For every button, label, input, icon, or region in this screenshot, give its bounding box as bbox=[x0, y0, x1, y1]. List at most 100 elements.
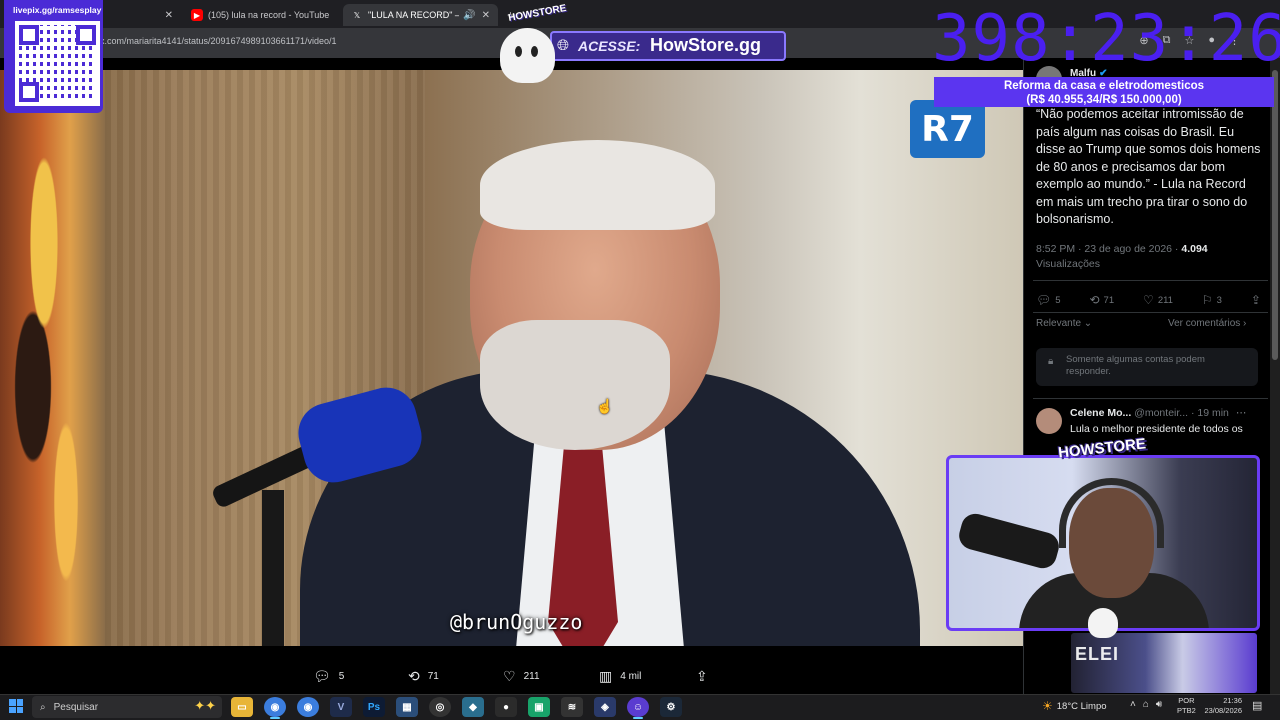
app-icon[interactable]: ◆ bbox=[462, 697, 484, 717]
tweet-like-button[interactable]: ♡ 211 bbox=[1143, 292, 1173, 308]
vegas-icon[interactable]: V bbox=[330, 697, 352, 717]
steam-icon[interactable]: ⚙ bbox=[660, 697, 682, 717]
bookmark-count: 3 bbox=[1216, 294, 1222, 306]
close-tab-icon[interactable]: ✕ bbox=[476, 10, 490, 21]
obs-icon[interactable]: ◎ bbox=[429, 697, 451, 717]
divider bbox=[1033, 312, 1268, 313]
share-icon: ⇪ bbox=[696, 668, 708, 684]
headphones-icon bbox=[1059, 478, 1164, 548]
clock-date: 23/08/2026 bbox=[1204, 706, 1242, 715]
goal-title: Reforma da casa e eletrodomesticos bbox=[1003, 80, 1205, 92]
volume-icon[interactable]: 🔊︎ bbox=[1156, 699, 1162, 710]
chevron-right-icon: › bbox=[1240, 318, 1247, 329]
tab-blank[interactable]: ✕ bbox=[106, 4, 181, 26]
reply-restriction-notice: 🔒︎ Somente algumas contas podem responde… bbox=[1036, 348, 1258, 386]
clock-time: 21:36 bbox=[1223, 696, 1242, 705]
tweet-repost-button[interactable]: ⟲ 71 bbox=[1089, 292, 1114, 308]
qr-code-icon bbox=[15, 21, 100, 106]
search-placeholder: Pesquisar bbox=[53, 701, 99, 713]
tweet-stats: 💬︎ 5 ⟲ 71 ♡ 211 ⚐ 3 ⇪ bbox=[1036, 292, 1261, 308]
app-icon[interactable]: ▣ bbox=[528, 697, 550, 717]
reply-author[interactable]: Celene Mo... @monteir... · 19 min ⋯ bbox=[1070, 407, 1246, 419]
url-field[interactable]: x.com/mariarita4141/status/2091674989103… bbox=[100, 36, 337, 46]
app-icon[interactable]: ◈ bbox=[594, 697, 616, 717]
repost-action[interactable]: ⟲ 71 bbox=[408, 668, 439, 685]
search-highlight-icon: ✦✦ bbox=[194, 698, 216, 713]
mic-stand bbox=[262, 490, 284, 646]
tab-x-search[interactable]: 𝕏 "LULA NA RECORD" – Busca 🔊 ✕ bbox=[343, 4, 498, 26]
more-icon[interactable]: ⋯ bbox=[1236, 407, 1247, 419]
share-action[interactable]: ⇪ bbox=[696, 668, 708, 685]
app-icon[interactable]: ● bbox=[495, 697, 517, 717]
weather-text: 18°C Limpo bbox=[1056, 700, 1107, 712]
speaker-icon[interactable]: 🔊 bbox=[459, 10, 475, 21]
bookmark-icon: ⚐ bbox=[1201, 293, 1213, 307]
lang-line2: PTB2 bbox=[1177, 706, 1196, 715]
network-icon[interactable]: ⌂ bbox=[1143, 699, 1149, 710]
notice-text: Somente algumas contas podem responder. bbox=[1066, 354, 1205, 377]
repost-count: 71 bbox=[427, 671, 439, 682]
share-icon: ⇪ bbox=[1250, 293, 1261, 307]
windows-start-icon[interactable] bbox=[9, 699, 23, 713]
sort-label: Relevante bbox=[1036, 318, 1082, 329]
chevron-down-icon: ⌄ bbox=[1081, 318, 1093, 329]
qr-overlay: livepix.gg/ramsesplay bbox=[4, 0, 103, 113]
globe-icon: 🌐︎ bbox=[557, 37, 570, 54]
lock-icon: 🔒︎ bbox=[1048, 356, 1054, 367]
sort-dropdown[interactable]: Relevante ⌄ bbox=[1036, 318, 1092, 329]
divider bbox=[1033, 398, 1268, 399]
photoshop-icon[interactable]: Ps bbox=[363, 697, 385, 717]
tab-youtube[interactable]: ▶ (105) lula na record - YouTube ✕ bbox=[183, 4, 338, 26]
tweet-timestamp[interactable]: 8:52 PM · 23 de ago de 2026 · bbox=[1036, 243, 1181, 255]
file-explorer-icon[interactable]: ▭ bbox=[231, 697, 253, 717]
tweet-share-button[interactable]: ⇪ bbox=[1251, 292, 1261, 308]
like-action[interactable]: ♡ 211 bbox=[503, 668, 540, 685]
views-icon: ▥ bbox=[599, 668, 613, 684]
see-replies-link[interactable]: Ver comentários › bbox=[1168, 318, 1246, 329]
calculator-icon[interactable]: ▦ bbox=[396, 697, 418, 717]
youtube-icon: ▶ bbox=[191, 9, 203, 21]
video-player[interactable]: R7 @brunOguzzo ☝ bbox=[0, 70, 1023, 646]
scrollbar-thumb[interactable] bbox=[1272, 70, 1278, 360]
speaker-hair bbox=[480, 140, 715, 230]
reply-author-name: Celene Mo... bbox=[1070, 407, 1132, 419]
reply-avatar[interactable] bbox=[1036, 408, 1062, 434]
reply-text: Lula o melhor presidente de todos os bbox=[1070, 423, 1243, 435]
goal-progress: (R$ 40.955,34/R$ 150.000,00) bbox=[1026, 94, 1182, 106]
reply-icon: 💬︎ bbox=[313, 668, 331, 684]
discord-icon[interactable]: ☺ bbox=[627, 697, 649, 719]
chrome-profile-icon[interactable]: ◉ bbox=[297, 697, 319, 717]
views-count: 4 mil bbox=[620, 671, 642, 682]
hand-cursor-icon: ☝ bbox=[596, 398, 614, 414]
close-tab-icon[interactable]: ✕ bbox=[157, 10, 173, 21]
chrome-icon[interactable]: ◉ bbox=[264, 697, 286, 719]
tweet-reply-button[interactable]: 💬︎ 5 bbox=[1036, 292, 1061, 308]
divider bbox=[1033, 280, 1268, 281]
weather-widget[interactable]: ☀ 18°C Limpo bbox=[1042, 699, 1107, 713]
tab-title: "LULA NA RECORD" – Busca bbox=[368, 10, 459, 20]
reply-handle: @monteir... · 19 min bbox=[1134, 407, 1229, 419]
repost-icon: ⟲ bbox=[408, 668, 420, 684]
close-tab-icon[interactable]: ✕ bbox=[329, 10, 338, 21]
chevron-up-icon[interactable]: ˄ bbox=[1130, 699, 1136, 710]
tab-title: (105) lula na record - YouTube bbox=[208, 10, 330, 20]
see-replies-label: Ver comentários bbox=[1168, 318, 1241, 329]
app-icon[interactable]: ≋ bbox=[561, 697, 583, 717]
notification-icon[interactable]: ▤ bbox=[1252, 699, 1262, 712]
system-clock[interactable]: 21:36 23/08/2026 bbox=[1200, 696, 1242, 716]
background-painting bbox=[0, 70, 110, 646]
language-indicator[interactable]: POR PTB2 bbox=[1177, 696, 1196, 716]
thumbnail-text: ELEI bbox=[1075, 644, 1120, 664]
streamer-webcam bbox=[946, 455, 1260, 631]
banner-acesse: ACESSE: bbox=[578, 38, 641, 54]
ghost-mascot-icon bbox=[1088, 608, 1118, 638]
tweet-meta: 8:52 PM · 23 de ago de 2026 · 4.094 Visu… bbox=[1036, 242, 1261, 272]
reply-action[interactable]: 💬︎ 5 bbox=[313, 668, 344, 685]
qr-label: livepix.gg/ramsesplay bbox=[13, 5, 102, 15]
speaker-beard bbox=[480, 320, 670, 450]
tweet-bookmark-button[interactable]: ⚐ 3 bbox=[1202, 292, 1222, 308]
reply-icon: 💬︎ bbox=[1036, 293, 1052, 307]
webcam-microphone bbox=[956, 510, 1062, 572]
views-action[interactable]: ▥ 4 mil bbox=[599, 668, 641, 685]
taskbar-search[interactable]: ⌕ Pesquisar ✦✦ bbox=[32, 696, 222, 718]
